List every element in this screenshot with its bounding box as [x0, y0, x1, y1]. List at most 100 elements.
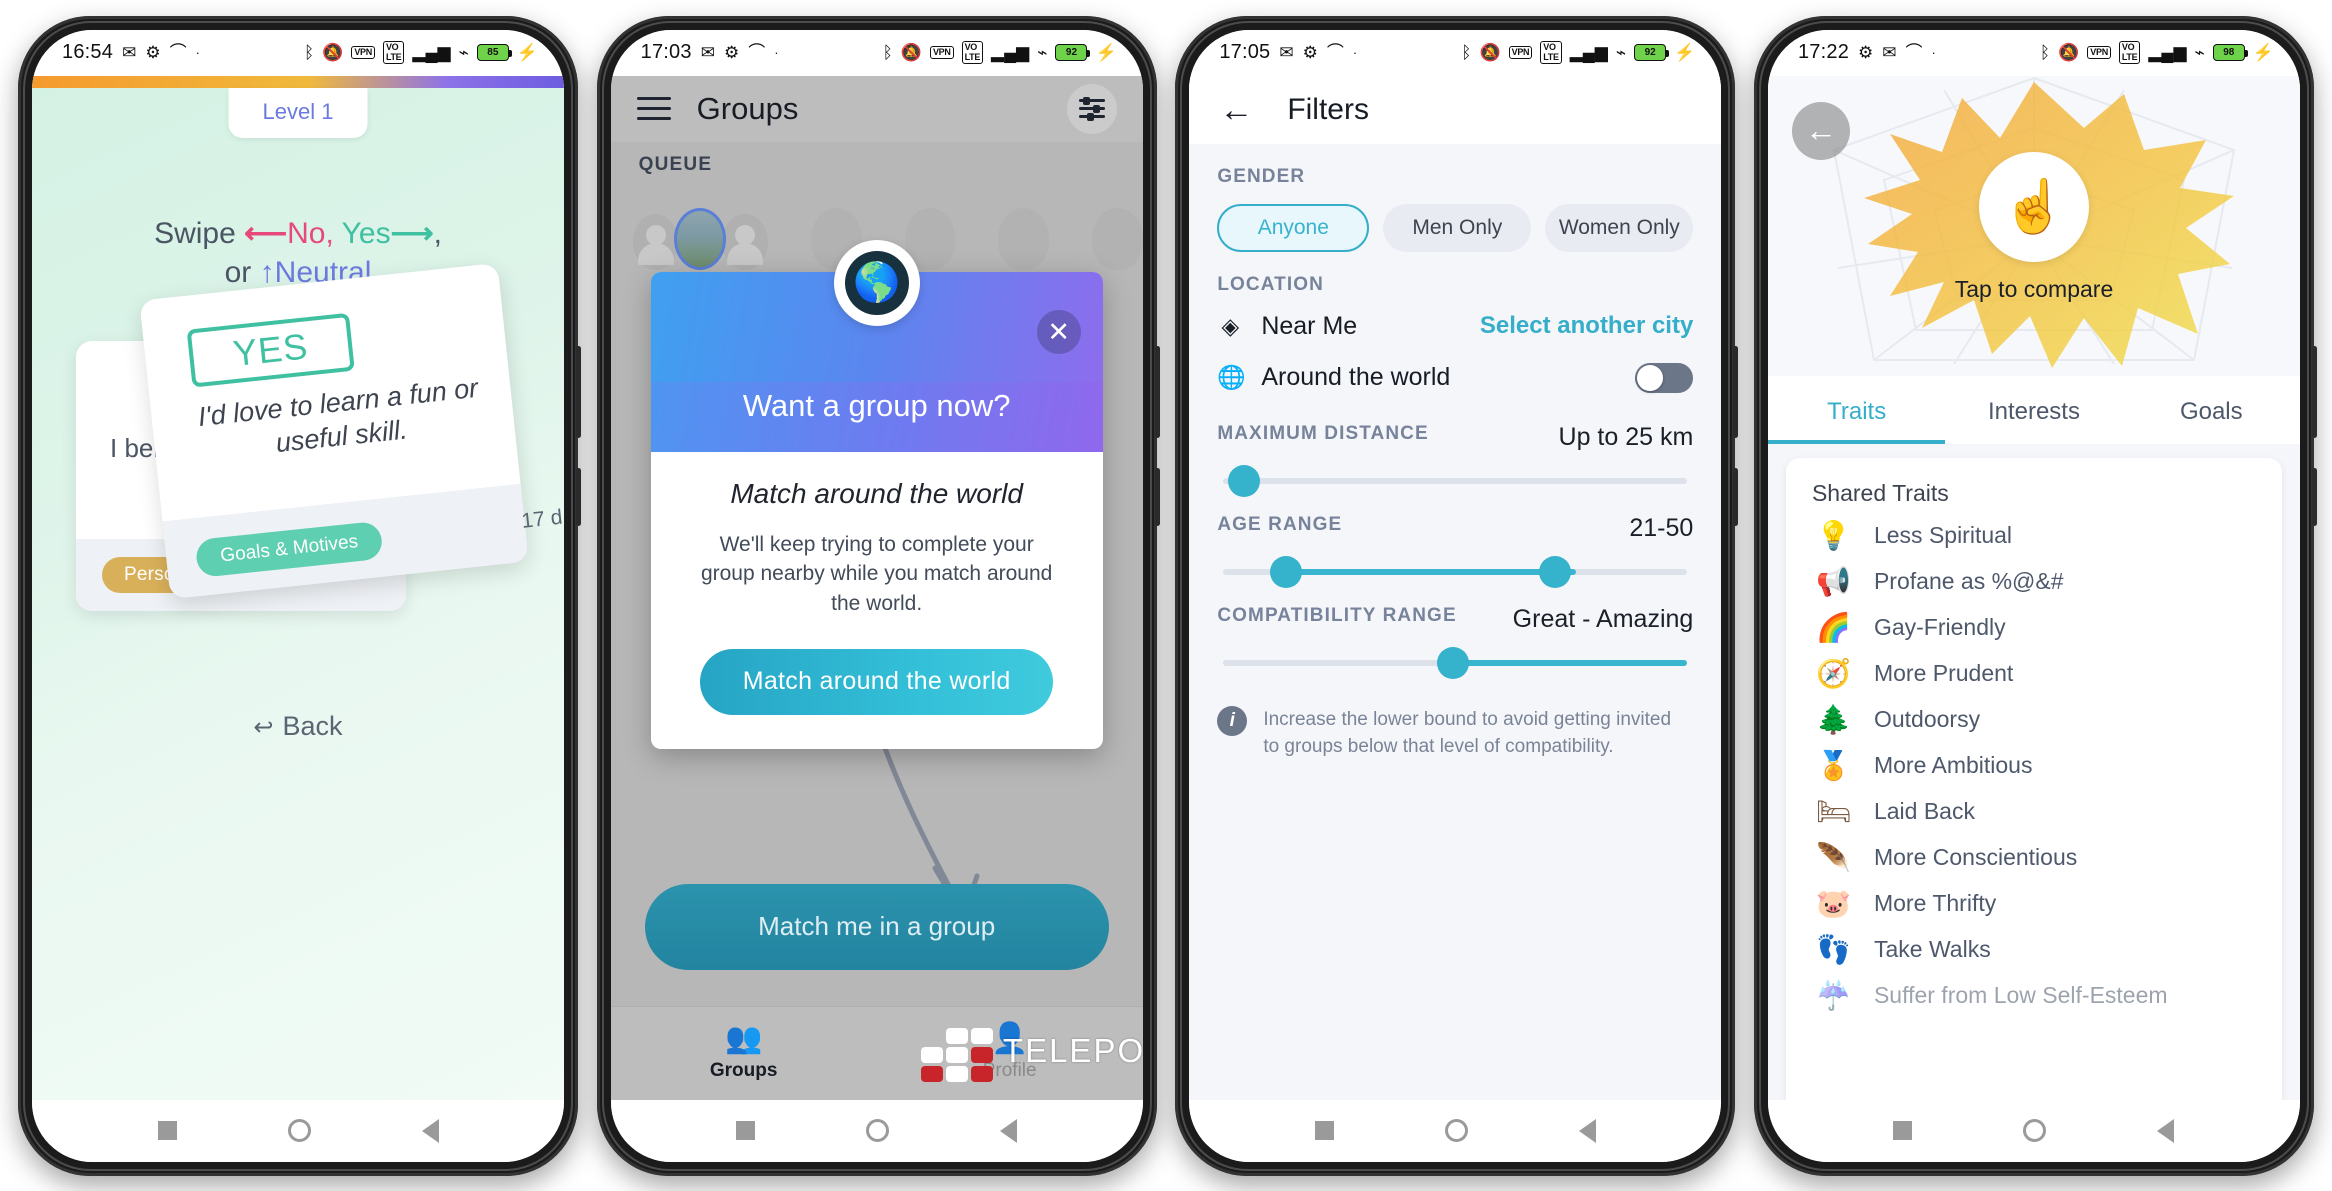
status-bar: 17:05 ✉ ⚙ ⌒ · ᛒ 🔕 VPN VO LTE ▂▄▆ ⌁ 92 ⚡ — [1189, 29, 1722, 76]
system-back-button[interactable] — [421, 1118, 439, 1143]
around-the-world-label: Around the world — [1261, 363, 1451, 391]
tab-traits[interactable]: Traits — [1767, 376, 1946, 444]
mute-icon: 🔕 — [1479, 43, 1501, 62]
battery-icon: 92 — [1055, 44, 1091, 61]
near-me-row[interactable]: ◈ Near Me Select another city — [1189, 296, 1721, 341]
close-icon[interactable]: ✕ — [1036, 309, 1081, 354]
progress-bar — [32, 75, 564, 88]
screenshot-stage: 16:54 ✉ ⚙ ⌒ · ᛒ 🔕 VPN VOLTE ▂▄▆ ⌁ 85 ⚡ — [0, 0, 2332, 1191]
back-button[interactable]: ↩ Back — [32, 711, 564, 742]
app-bar: Groups — [610, 75, 1143, 142]
around-the-world-toggle[interactable] — [1635, 362, 1694, 393]
max-distance-slider[interactable] — [1223, 464, 1688, 497]
list-item[interactable]: 🐷 More Thrifty — [1786, 881, 2282, 927]
select-another-city-link[interactable]: Select another city — [1480, 312, 1693, 340]
back-arrow-icon[interactable]: ← — [1219, 93, 1253, 127]
list-item[interactable]: 🌲 Outdoorsy — [1786, 697, 2282, 743]
list-item[interactable]: ☔ Suffer from Low Self-Esteem — [1786, 973, 2282, 1019]
max-distance-knob[interactable] — [1227, 464, 1260, 497]
bed-icon: 🛏 — [1815, 795, 1852, 827]
power-button[interactable] — [2311, 467, 2317, 526]
dot-icon: · — [1352, 45, 1358, 60]
avatar — [722, 213, 768, 270]
tab-groups[interactable]: 👥 Groups — [611, 1024, 877, 1082]
rainbow-icon: 🌈 — [1815, 611, 1851, 643]
radar-chart[interactable]: ← ☝ Tap to compare — [1767, 75, 2300, 376]
volte-icon: VO LTE — [382, 41, 405, 64]
compat-range-slider[interactable] — [1223, 646, 1688, 679]
phone-1-content: Level 1 Swipe ⟵No, Yes⟶, or ↑Neutral I b… — [32, 75, 564, 1100]
power-button[interactable] — [1154, 467, 1160, 526]
list-item[interactable]: 🪶 More Conscientious — [1786, 835, 2282, 881]
compat-range-knob[interactable] — [1436, 646, 1469, 679]
megaphone-icon: 📢 — [1815, 565, 1851, 597]
phone-1-screen: 16:54 ✉ ⚙ ⌒ · ᛒ 🔕 VPN VOLTE ▂▄▆ ⌁ 85 ⚡ — [32, 29, 564, 1162]
home-button[interactable] — [1444, 1119, 1468, 1142]
sliders-icon — [1078, 94, 1105, 123]
age-range-high-knob[interactable] — [1538, 555, 1571, 588]
volume-button[interactable] — [1733, 345, 1739, 438]
age-range-low-knob[interactable] — [1269, 555, 1302, 588]
home-button[interactable] — [866, 1119, 890, 1142]
list-item[interactable]: 📢 Profane as %@&# — [1786, 559, 2282, 605]
status-clock: 17:05 — [1219, 41, 1271, 63]
card-front-text: I'd love to learn a fun or useful skill. — [196, 372, 480, 458]
gender-section-label: GENDER — [1217, 165, 1306, 187]
volume-button[interactable] — [576, 345, 581, 438]
age-range-slider[interactable] — [1223, 555, 1688, 588]
status-clock: 17:03 — [640, 41, 692, 63]
power-button[interactable] — [576, 467, 581, 526]
trait-label: Less Spiritual — [1873, 522, 2013, 548]
list-item[interactable]: 🌈 Gay-Friendly — [1786, 605, 2282, 651]
battery-icon: 92 — [1634, 44, 1670, 61]
signal-icon: ▂▄▆ — [991, 43, 1030, 62]
system-back-button[interactable] — [2157, 1118, 2175, 1143]
bridge-icon: ⌒ — [169, 43, 187, 62]
home-button[interactable] — [287, 1119, 311, 1142]
phone-4-frame: 17:22 ⚙ ✉ ⌒ · ᛒ 🔕 VPN VOLTE ▂▄▆ ⌁ 98 ⚡ — [1753, 15, 2317, 1176]
list-item[interactable]: 🏅 More Ambitious — [1786, 743, 2282, 789]
bridge-icon: ⌒ — [748, 43, 766, 62]
back-arrow-icon[interactable]: ← — [1791, 101, 1850, 160]
location-section-label: LOCATION — [1217, 273, 1324, 295]
gear-icon: ⚙ — [723, 43, 740, 62]
page-title: Filters — [1287, 92, 1369, 126]
volume-button[interactable] — [2311, 345, 2317, 438]
around-the-world-row[interactable]: 🌐 Around the world — [1189, 341, 1721, 393]
match-around-world-button[interactable]: Match around the world — [700, 648, 1053, 715]
android-navbar — [610, 1099, 1143, 1162]
gender-option-men-only[interactable]: Men Only — [1383, 203, 1532, 252]
recents-button[interactable] — [1314, 1121, 1334, 1140]
gender-option-anyone[interactable]: Anyone — [1217, 203, 1370, 252]
tab-goals[interactable]: Goals — [2123, 376, 2300, 444]
watermark-logo-icon — [920, 1027, 993, 1082]
status-clock: 17:22 — [1797, 41, 1850, 63]
crosshair-icon: ◈ — [1221, 312, 1240, 339]
footprints-icon: 👣 — [1815, 933, 1851, 965]
list-item[interactable]: 💡 Less Spiritual — [1786, 513, 2282, 559]
recents-button[interactable] — [1893, 1121, 1913, 1140]
volume-button[interactable] — [1154, 345, 1160, 438]
recents-button[interactable] — [736, 1121, 756, 1140]
power-button[interactable] — [1733, 467, 1739, 526]
list-item[interactable]: 🧭 More Prudent — [1786, 651, 2282, 697]
tab-interests[interactable]: Interests — [1945, 376, 2122, 444]
dot-icon: · — [774, 45, 779, 60]
gender-option-women-only[interactable]: Women Only — [1545, 203, 1694, 252]
match-me-in-group-button[interactable]: Match me in a group — [644, 883, 1109, 970]
tap-to-compare-button[interactable]: ☝ — [1978, 151, 2089, 262]
status-bar: 17:03 ✉ ⚙ ⌒ · ᛒ 🔕 VPN VO LTE ▂▄▆ ⌁ 92 ⚡ — [610, 29, 1143, 76]
days-left-label: 17 d — [520, 505, 564, 533]
trait-label: Take Walks — [1873, 936, 1991, 962]
list-item[interactable]: 👣 Take Walks — [1786, 927, 2282, 973]
traits-tabs: Traits Interests Goals — [1767, 375, 2300, 444]
home-button[interactable] — [2023, 1119, 2047, 1142]
system-back-button[interactable] — [1578, 1118, 1596, 1143]
recents-button[interactable] — [157, 1121, 177, 1140]
card-front[interactable]: YES I'd love to learn a fun or useful sk… — [139, 262, 563, 599]
filter-button[interactable] — [1066, 83, 1117, 134]
list-item[interactable]: 🛏 Laid Back — [1786, 789, 2282, 835]
system-back-button[interactable] — [1000, 1118, 1018, 1143]
menu-icon[interactable] — [636, 90, 671, 127]
back-arrow-icon: ↩ — [253, 713, 274, 741]
